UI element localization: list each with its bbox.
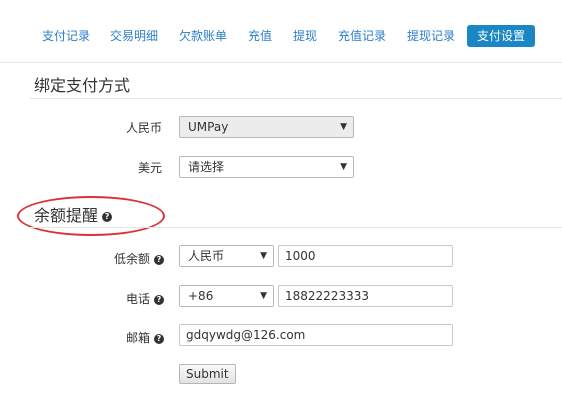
currency-select-value: 人民币: [188, 249, 225, 263]
rmb-label: 人民币: [125, 121, 162, 135]
annotation-circle: [17, 196, 165, 236]
country-code-select-value: +86: [188, 289, 214, 303]
chevron-down-icon: ▼: [340, 122, 347, 132]
phone-number-input[interactable]: 18822223333: [278, 285, 453, 307]
help-icon[interactable]: ?: [154, 254, 164, 265]
chevron-down-icon: ▼: [260, 251, 267, 261]
tab-payment-settings[interactable]: 支付设置: [467, 25, 536, 47]
currency-select[interactable]: 人民币 ▼: [179, 245, 274, 267]
tab-recharge[interactable]: 充值: [242, 25, 278, 47]
tab-arrears-bills[interactable]: 欠款账单: [173, 25, 233, 47]
usd-label: 美元: [137, 161, 162, 175]
email-label-text: 邮箱: [125, 331, 150, 345]
email-input[interactable]: gdqywdg@126.com: [179, 324, 453, 346]
phone-label-text: 电话: [125, 292, 150, 306]
phone-label: 电话?: [96, 290, 164, 307]
country-code-select[interactable]: +86 ▼: [179, 285, 274, 307]
help-icon[interactable]: ?: [154, 294, 164, 305]
tab-transaction-details[interactable]: 交易明细: [104, 25, 164, 47]
low-balance-amount-input[interactable]: 1000: [278, 245, 453, 267]
low-balance-label: 低余额?: [96, 250, 164, 267]
usd-payment-select-value: 请选择: [188, 160, 225, 174]
chevron-down-icon: ▼: [260, 291, 267, 301]
rmb-payment-select-value: UMPay: [188, 120, 229, 134]
section-divider: [30, 227, 562, 228]
section-divider: [30, 98, 562, 99]
tab-payment-records[interactable]: 支付记录: [36, 25, 96, 47]
low-balance-label-text: 低余额: [113, 252, 150, 266]
rmb-payment-select[interactable]: UMPay ▼: [179, 116, 354, 138]
bind-payment-heading: 绑定支付方式: [34, 76, 131, 95]
chevron-down-icon: ▼: [340, 162, 347, 172]
email-label: 邮箱?: [96, 329, 164, 346]
help-icon[interactable]: ?: [154, 333, 164, 344]
tab-bar: 支付记录 交易明细 欠款账单 充值 提现 充值记录 提现记录 支付设置: [0, 0, 562, 63]
tab-withdraw[interactable]: 提现: [287, 25, 323, 47]
tab-withdraw-records[interactable]: 提现记录: [401, 25, 461, 47]
submit-button[interactable]: Submit: [179, 364, 236, 384]
tab-recharge-records[interactable]: 充值记录: [332, 25, 392, 47]
usd-payment-select[interactable]: 请选择 ▼: [179, 156, 354, 178]
